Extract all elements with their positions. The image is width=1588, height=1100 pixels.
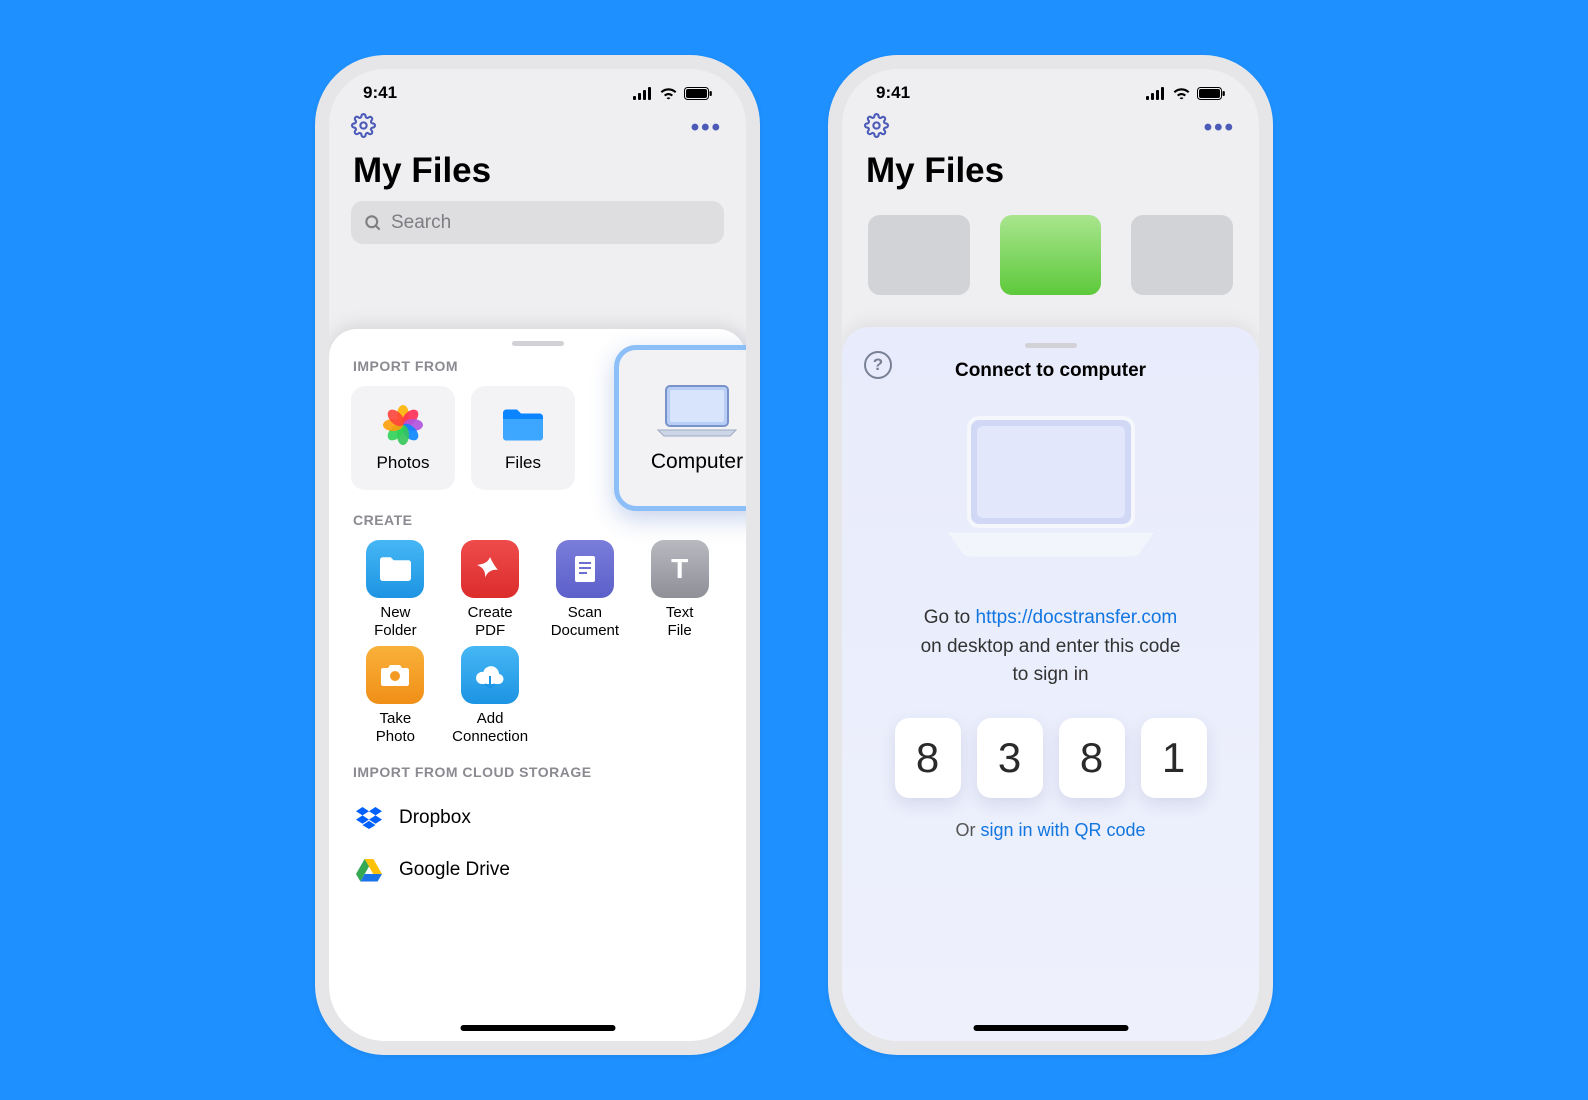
import-photos-label: Photos <box>377 453 430 473</box>
import-files-card[interactable]: Files <box>471 386 575 490</box>
create-new-folder[interactable]: New Folder <box>351 540 440 640</box>
cloud-label: Dropbox <box>399 807 471 829</box>
search-placeholder: Search <box>391 212 451 234</box>
section-create-label: CREATE <box>353 512 724 528</box>
code-digit: 8 <box>895 718 961 798</box>
settings-button[interactable] <box>351 113 376 143</box>
import-computer-label: Computer <box>651 450 743 474</box>
sheet-grabber[interactable] <box>512 341 564 346</box>
alt-prefix: Or <box>955 820 980 840</box>
instr-mid: on desktop and enter this code <box>921 636 1181 657</box>
cloud-googledrive[interactable]: Google Drive <box>351 844 724 896</box>
battery-icon <box>1197 87 1225 100</box>
code-digit: 3 <box>977 718 1043 798</box>
gear-icon <box>864 113 889 138</box>
folder-thumb <box>1131 215 1233 295</box>
wifi-icon <box>1172 86 1191 100</box>
top-toolbar: ••• <box>842 111 1259 151</box>
status-bar: 9:41 <box>842 69 1259 111</box>
files-icon <box>501 403 545 447</box>
more-button[interactable]: ••• <box>691 114 722 142</box>
create-label: Add Connection <box>452 710 528 746</box>
laptop-illustration <box>941 410 1161 560</box>
status-time: 9:41 <box>363 83 397 103</box>
import-files-label: Files <box>505 453 541 473</box>
search-input[interactable]: Search <box>351 201 724 244</box>
connect-title: Connect to computer <box>868 360 1233 382</box>
folder-icon <box>366 540 424 598</box>
qr-link[interactable]: sign in with QR code <box>980 820 1145 840</box>
create-take-photo[interactable]: Take Photo <box>351 646 440 746</box>
gear-icon <box>351 113 376 138</box>
status-time: 9:41 <box>876 83 910 103</box>
cloud-label: Google Drive <box>399 859 510 881</box>
folder-thumb <box>868 215 970 295</box>
photos-icon <box>381 403 425 447</box>
wifi-icon <box>659 86 678 100</box>
search-icon <box>363 213 383 233</box>
create-pdf[interactable]: Create PDF <box>446 540 535 640</box>
create-label: Text File <box>666 604 694 640</box>
status-icons <box>633 86 712 100</box>
create-scan[interactable]: Scan Document <box>541 540 630 640</box>
instr-suffix: to sign in <box>1012 664 1088 685</box>
cloud-dropbox[interactable]: Dropbox <box>351 792 724 844</box>
background-folders <box>842 201 1259 295</box>
code-digit: 1 <box>1141 718 1207 798</box>
page-title: My Files <box>842 151 1259 191</box>
home-indicator[interactable] <box>460 1025 615 1031</box>
dropbox-icon <box>355 804 383 832</box>
status-icons <box>1146 86 1225 100</box>
import-computer-card[interactable]: Computer <box>614 345 760 511</box>
section-cloud-label: IMPORT FROM CLOUD STORAGE <box>353 764 724 780</box>
create-label: New Folder <box>374 604 417 640</box>
import-photos-card[interactable]: Photos <box>351 386 455 490</box>
connect-instructions: Go to https://docstransfer.com on deskto… <box>868 604 1233 690</box>
create-label: Take Photo <box>376 710 415 746</box>
camera-icon <box>366 646 424 704</box>
create-text[interactable]: T Text File <box>635 540 724 640</box>
computer-icon <box>656 382 738 438</box>
create-label: Create PDF <box>468 604 513 640</box>
settings-button[interactable] <box>864 113 889 143</box>
create-grid: New Folder Create PDF Scan Document T Te… <box>351 540 724 746</box>
instr-prefix: Go to <box>924 607 976 628</box>
battery-icon <box>684 87 712 100</box>
connect-sheet: ? Connect to computer Go to https://docs… <box>842 327 1259 1041</box>
folder-thumb <box>1000 215 1102 295</box>
phone-left: 9:41 ••• My Files Search IMPORT FROM <box>315 55 760 1055</box>
page-title: My Files <box>329 151 746 191</box>
create-add-connection[interactable]: Add Connection <box>446 646 535 746</box>
status-bar: 9:41 <box>329 69 746 111</box>
home-indicator[interactable] <box>973 1025 1128 1031</box>
transfer-url-link[interactable]: https://docstransfer.com <box>976 607 1178 628</box>
more-button[interactable]: ••• <box>1204 114 1235 142</box>
cellular-icon <box>633 87 653 100</box>
text-icon: T <box>651 540 709 598</box>
code-row: 8 3 8 1 <box>868 718 1233 798</box>
phone-right: 9:41 ••• My Files ? Connect to computer <box>828 55 1273 1055</box>
help-button[interactable]: ? <box>864 351 892 379</box>
cellular-icon <box>1146 87 1166 100</box>
googledrive-icon <box>355 856 383 884</box>
sheet-grabber[interactable] <box>1025 343 1077 348</box>
pdf-icon <box>461 540 519 598</box>
create-label: Scan Document <box>551 604 619 640</box>
cloud-icon <box>461 646 519 704</box>
top-toolbar: ••• <box>329 111 746 151</box>
qr-alternative: Or sign in with QR code <box>868 820 1233 841</box>
scan-icon <box>556 540 614 598</box>
code-digit: 8 <box>1059 718 1125 798</box>
